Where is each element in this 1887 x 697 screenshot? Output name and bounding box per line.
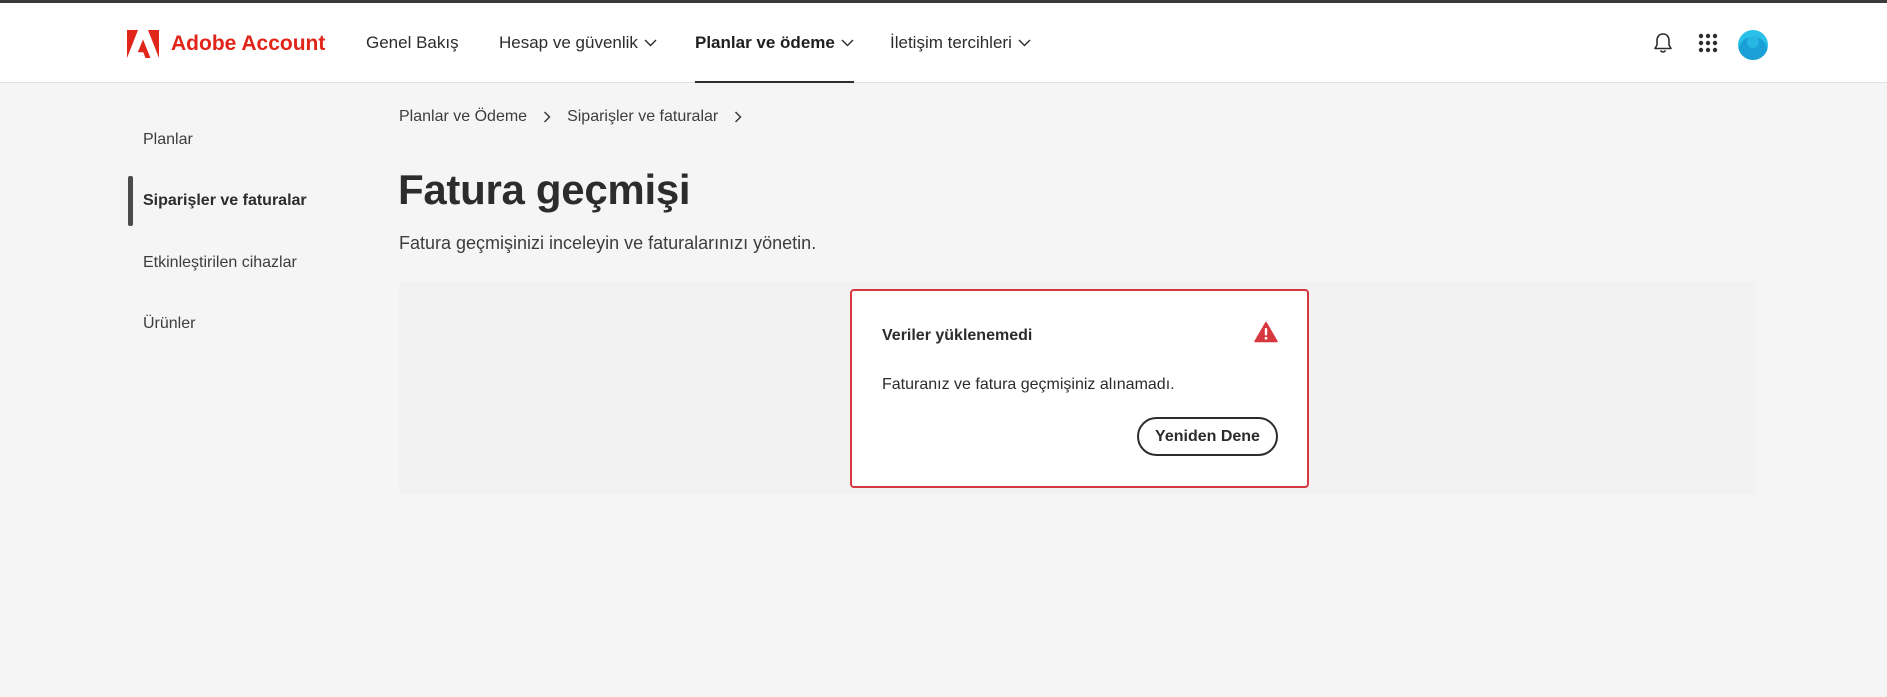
alert-title: Veriler yüklenemedi	[882, 327, 1033, 344]
global-header: Adobe Account Genel Bakış Hesap ve güven…	[0, 3, 1887, 83]
brand-name: Adobe Account	[171, 32, 326, 55]
nav-overview[interactable]: Genel Bakış	[366, 3, 459, 82]
nav-account-security[interactable]: Hesap ve güvenlik	[499, 3, 657, 82]
nav-communication-preferences-label: İletişim tercihleri	[890, 32, 1012, 52]
adobe-logo-icon	[127, 30, 159, 58]
sidebar-item-orders-invoices[interactable]: Siparişler ve faturalar	[143, 192, 307, 210]
warning-icon	[1254, 321, 1278, 343]
sidebar-item-label: Ürünler	[143, 315, 196, 332]
sidebar-item-activated-devices[interactable]: Etkinleştirilen cihazlar	[143, 254, 297, 272]
chevron-down-icon	[1018, 39, 1031, 47]
nav-account-security-label: Hesap ve güvenlik	[499, 32, 638, 52]
page-subtitle: Fatura geçmişinizi inceleyin ve faturala…	[399, 233, 817, 253]
chevron-right-icon	[734, 111, 742, 123]
chevron-down-icon	[644, 39, 657, 47]
breadcrumb-item-orders-invoices[interactable]: Siparişler ve faturalar	[567, 108, 718, 126]
retry-button[interactable]: Yeniden Dene	[1137, 417, 1278, 456]
avatar[interactable]	[1738, 30, 1768, 60]
chevron-down-icon	[841, 39, 854, 47]
sidebar-item-label: Siparişler ve faturalar	[143, 192, 307, 209]
breadcrumb-item-plans-payment[interactable]: Planlar ve Ödeme	[399, 108, 527, 126]
sidebar-item-plans[interactable]: Planlar	[143, 131, 193, 149]
nav-plans-payment[interactable]: Planlar ve ödeme	[695, 3, 854, 83]
bell-icon[interactable]	[1650, 30, 1676, 56]
page-title: Fatura geçmişi	[398, 166, 691, 213]
error-alert: Veriler yüklenemedi Faturanız ve fatura …	[850, 289, 1309, 488]
sidebar-active-indicator	[128, 176, 133, 226]
brand-logo-link[interactable]: Adobe Account	[127, 29, 325, 59]
nav-plans-payment-label: Planlar ve ödeme	[695, 32, 835, 52]
sidebar-item-label: Etkinleştirilen cihazlar	[143, 254, 297, 271]
alert-message: Faturanız ve fatura geçmişiniz alınamadı…	[882, 376, 1175, 393]
nav-communication-preferences[interactable]: İletişim tercihleri	[890, 3, 1031, 82]
nav-overview-label: Genel Bakış	[366, 32, 459, 52]
sidebar-item-products[interactable]: Ürünler	[143, 315, 195, 333]
sidebar-item-label: Planlar	[143, 131, 193, 148]
breadcrumb: Planlar ve Ödeme Siparişler ve faturalar	[399, 108, 758, 126]
chevron-right-icon	[543, 111, 551, 123]
apps-grid-icon[interactable]	[1695, 30, 1721, 56]
